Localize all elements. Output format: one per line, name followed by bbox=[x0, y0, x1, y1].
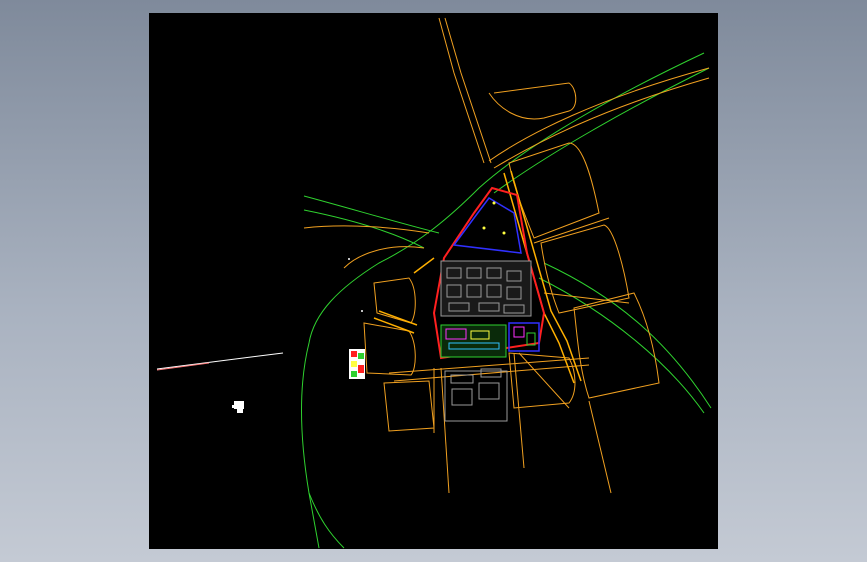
site-plan-drawing bbox=[156, 17, 712, 549]
scale-line bbox=[156, 352, 284, 370]
cad-drawing-viewport[interactable] bbox=[149, 13, 718, 549]
north-symbol bbox=[232, 401, 244, 413]
road-network bbox=[303, 17, 710, 494]
scale-line-red bbox=[156, 362, 210, 371]
south-building-cluster bbox=[444, 368, 508, 422]
landscape-area bbox=[440, 322, 540, 358]
building-blocks bbox=[440, 260, 532, 317]
inner-blue-boundary bbox=[452, 197, 522, 254]
legend-block bbox=[349, 349, 365, 379]
